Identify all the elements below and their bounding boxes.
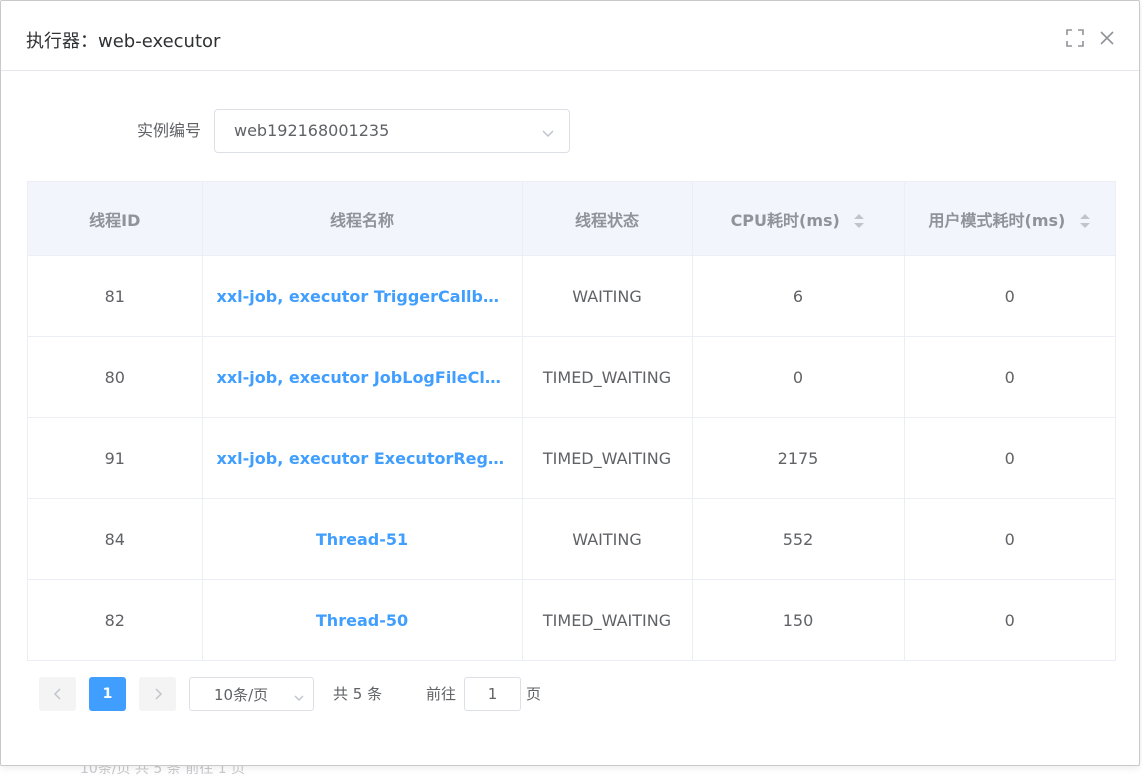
executor-dialog: 执行器：web-executor 实例编号 web192168001235 线程… <box>0 0 1140 766</box>
page-number-button[interactable]: 1 <box>89 677 126 711</box>
cell-thread-state: WAITING <box>522 498 693 580</box>
cell-cpu-time: 0 <box>692 336 905 418</box>
thread-table: 线程ID 线程名称 线程状态 CPU耗时(ms) 用户模式耗时(ms) 81 x… <box>27 181 1116 661</box>
cell-thread-state: WAITING <box>522 255 693 337</box>
instance-select-value: web192168001235 <box>234 121 390 140</box>
table-row: 91 xxl-job, executor ExecutorRegis… TIME… <box>28 417 1115 499</box>
table-header-row: 线程ID 线程名称 线程状态 CPU耗时(ms) 用户模式耗时(ms) <box>28 182 1115 256</box>
column-header-thread-id: 线程ID <box>28 182 203 256</box>
sort-caret-icon[interactable] <box>1079 212 1091 230</box>
page-size-value: 10条/页 <box>214 686 269 704</box>
cell-thread-state: TIMED_WAITING <box>522 579 693 660</box>
cell-user-time: 0 <box>1004 610 1015 630</box>
column-header-user-time[interactable]: 用户模式耗时(ms) <box>904 182 1115 256</box>
pagination-total: 共 5 条 <box>333 685 383 703</box>
cell-thread-id: 80 <box>28 336 203 418</box>
dialog-title: 执行器：web-executor <box>26 31 221 52</box>
cell-user-time: 0 <box>904 498 1115 580</box>
instance-select[interactable]: web192168001235 <box>214 109 570 153</box>
cell-thread-name-link[interactable]: xxl-job, executor TriggerCallbac… <box>202 255 523 337</box>
next-page-button[interactable] <box>139 677 176 711</box>
cell-user-time: 0 <box>904 417 1115 499</box>
close-icon[interactable] <box>1097 28 1117 48</box>
pagination: 1 10条/页 共 5 条 前往 页 <box>39 677 639 713</box>
instance-filter-row: 实例编号 web192168001235 <box>1 109 1139 153</box>
sort-caret-icon[interactable] <box>853 212 865 230</box>
table-row: 82 Thread-50 TIMED_WAITING 150 0 <box>28 579 1115 660</box>
column-header-thread-state: 线程状态 <box>522 182 693 256</box>
table-row: 81 xxl-job, executor TriggerCallbac… WAI… <box>28 255 1115 337</box>
prev-page-button[interactable] <box>39 677 76 711</box>
fullscreen-icon[interactable] <box>1065 28 1085 48</box>
cell-thread-name-link[interactable]: xxl-job, executor ExecutorRegis… <box>202 417 523 499</box>
cell-thread-name-link[interactable]: Thread-51 <box>202 498 523 580</box>
dialog-header: 执行器：web-executor <box>1 1 1139 71</box>
cell-thread-id: 81 <box>28 255 203 337</box>
table-row: 84 Thread-51 WAITING 552 0 <box>28 498 1115 580</box>
column-header-thread-name: 线程名称 <box>202 182 523 256</box>
cell-cpu-time: 552 <box>692 498 905 580</box>
cell-thread-name-link[interactable]: xxl-job, executor JobLogFileCle… <box>202 336 523 418</box>
instance-label: 实例编号 <box>136 121 201 140</box>
chevron-right-icon <box>154 688 162 700</box>
cell-thread-id: 84 <box>28 498 203 580</box>
chevron-down-icon <box>541 125 555 139</box>
chevron-left-icon <box>53 688 61 700</box>
cell-cpu-time: 150 <box>692 579 905 660</box>
cell-cpu-time: 2175 <box>692 417 905 499</box>
column-header-cpu-time[interactable]: CPU耗时(ms) <box>692 182 905 256</box>
cell-user-time: 0 <box>904 255 1115 337</box>
goto-label: 前往 <box>426 685 457 703</box>
goto-suffix: 页 <box>526 685 542 703</box>
cell-thread-id: 91 <box>28 417 203 499</box>
cell-thread-id: 82 <box>28 579 203 660</box>
cell-thread-state: TIMED_WAITING <box>522 336 693 418</box>
table-row: 80 xxl-job, executor JobLogFileCle… TIME… <box>28 336 1115 418</box>
page-size-select[interactable]: 10条/页 <box>189 677 314 711</box>
cell-cpu-time: 6 <box>692 255 905 337</box>
chevron-down-icon <box>293 689 305 701</box>
cell-thread-name-link[interactable]: Thread-50 <box>202 579 523 660</box>
cell-user-time: 0 <box>904 336 1115 418</box>
cell-thread-state: TIMED_WAITING <box>522 417 693 499</box>
goto-page-input[interactable] <box>464 677 521 711</box>
